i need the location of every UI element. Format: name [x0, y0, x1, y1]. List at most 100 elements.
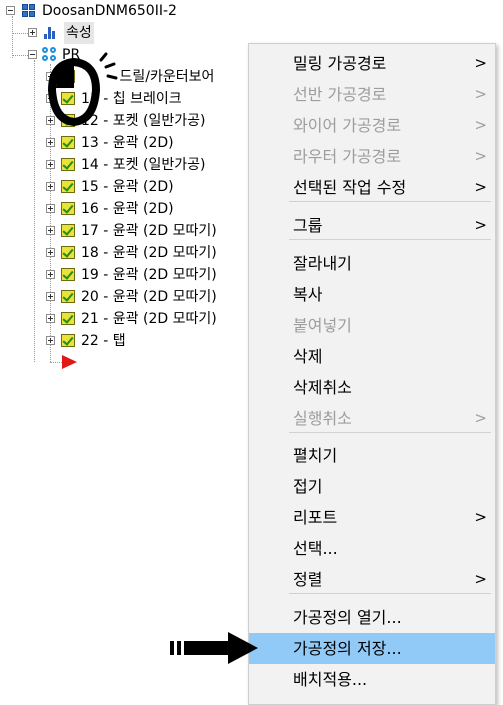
- tree-operation-row[interactable]: 22 - 탭: [0, 330, 260, 352]
- menu-item[interactable]: 가공정의 저장...: [249, 633, 495, 664]
- menu-item[interactable]: 선택된 작업 수정 >: [249, 172, 495, 203]
- menu-item[interactable]: 정렬 >: [249, 564, 495, 595]
- tree-operation-row[interactable]: 19 - 윤곽 (2D 모따기): [0, 264, 260, 286]
- tree-operation-row[interactable]: 21 - 윤곽 (2D 모따기): [0, 308, 260, 330]
- submenu-chevron-icon: >: [474, 85, 487, 103]
- tree-operation-label: 17 - 윤곽 (2D 모따기): [81, 223, 217, 239]
- insert-arrow-icon: [62, 355, 77, 369]
- context-menu: 밀링 가공경로 > 선반 가공경로 > 와이어 가공경로 > 라우터 가공경로 > 선택된 작업…: [248, 43, 496, 705]
- tree-properties-row[interactable]: 속성: [0, 22, 260, 44]
- tree-operation-row[interactable]: 13 - 윤곽 (2D): [0, 132, 260, 154]
- tree-operation-row[interactable]: 17 - 윤곽 (2D 모따기): [0, 220, 260, 242]
- expand-toggle[interactable]: [46, 182, 55, 191]
- menu-item[interactable]: 잘라내기: [249, 248, 495, 279]
- operation-check-icon[interactable]: [61, 334, 75, 347]
- operation-check-icon[interactable]: [61, 180, 75, 193]
- operation-check-icon[interactable]: [61, 158, 75, 171]
- submenu-chevron-icon: >: [474, 508, 487, 526]
- operation-check-icon[interactable]: [61, 312, 75, 325]
- machine-group-icon: [22, 4, 36, 18]
- menu-item-label: 밀링 가공경로: [293, 54, 387, 73]
- tree-operation-label: 20 - 윤곽 (2D 모따기): [81, 289, 217, 305]
- menu-item[interactable]: 접기: [249, 471, 495, 502]
- properties-icon: [44, 27, 58, 39]
- menu-item[interactable]: 펼치기: [249, 440, 495, 471]
- menu-item: 라우터 가공경로 >: [249, 141, 495, 172]
- operation-check-icon[interactable]: [61, 202, 75, 215]
- menu-item[interactable]: 그룹 >: [249, 210, 495, 241]
- expand-toggle[interactable]: [46, 226, 55, 235]
- operation-check-icon[interactable]: [61, 136, 75, 149]
- expand-toggle[interactable]: [28, 28, 37, 37]
- submenu-chevron-icon: >: [474, 54, 487, 72]
- tree-root-row[interactable]: DoosanDNM650II-2: [0, 0, 260, 22]
- menu-item-label: 펼치기: [293, 446, 338, 465]
- tree-operation-label: 19 - 윤곽 (2D 모따기): [81, 267, 217, 283]
- expand-toggle[interactable]: [46, 336, 55, 345]
- pointer-arrow-icon: [170, 632, 258, 664]
- menu-item-label: 실행취소: [293, 409, 352, 428]
- menu-item[interactable]: 삭제취소: [249, 372, 495, 403]
- tree-operation-label: 14 - 포켓 (일반가공): [81, 157, 206, 173]
- tree-operation-label: 15 - 윤곽 (2D): [81, 179, 174, 195]
- submenu-chevron-icon: >: [474, 116, 487, 134]
- menu-item-label: 와이어 가공경로: [293, 116, 402, 135]
- menu-item: 선반 가공경로 >: [249, 79, 495, 110]
- menu-item-label: 잘라내기: [293, 254, 352, 273]
- submenu-chevron-icon: >: [474, 409, 487, 427]
- tree-operation-row[interactable]: 14 - 포켓 (일반가공): [0, 154, 260, 176]
- menu-item[interactable]: 가공정의 열기...: [249, 602, 495, 633]
- submenu-chevron-icon: >: [474, 178, 487, 196]
- tree-operation-row[interactable]: 15 - 윤곽 (2D): [0, 176, 260, 198]
- menu-item-label: 그룹: [293, 216, 323, 235]
- submenu-chevron-icon: >: [474, 147, 487, 165]
- menu-item-label: 정렬: [293, 570, 323, 589]
- tree-properties-label: 속성: [64, 22, 94, 44]
- tree-operation-row[interactable]: 16 - 윤곽 (2D): [0, 198, 260, 220]
- menu-item-label: 선택...: [293, 539, 338, 558]
- menu-item-label: 선택된 작업 수정: [293, 178, 407, 197]
- menu-item-label: 가공정의 저장...: [293, 639, 402, 658]
- tree-operation-label: 16 - 윤곽 (2D): [81, 201, 174, 217]
- operation-check-icon[interactable]: [61, 268, 75, 281]
- operations-tree: DoosanDNM650II-2 속성 PR - 드릴/카운터보어 11 - 칩 …: [0, 0, 260, 703]
- tree-operation-label: 13 - 윤곽 (2D): [81, 135, 174, 151]
- tree-operation-label: 22 - 탭: [81, 333, 126, 349]
- menu-item[interactable]: 삭제: [249, 341, 495, 372]
- operation-check-icon[interactable]: [61, 246, 75, 259]
- expand-toggle[interactable]: [46, 138, 55, 147]
- menu-item[interactable]: 복사: [249, 279, 495, 310]
- expand-toggle[interactable]: [46, 204, 55, 213]
- menu-item-label: 선반 가공경로: [293, 85, 387, 104]
- expand-toggle[interactable]: [46, 292, 55, 301]
- expand-toggle[interactable]: [46, 248, 55, 257]
- menu-item[interactable]: 밀링 가공경로 >: [249, 48, 495, 79]
- menu-item: 붙여넣기: [249, 310, 495, 341]
- menu-item-label: 삭제취소: [293, 378, 352, 397]
- tree-operation-label: 18 - 윤곽 (2D 모따기): [81, 245, 217, 261]
- menu-item-label: 라우터 가공경로: [293, 147, 402, 166]
- collapse-toggle[interactable]: [6, 6, 15, 15]
- tree-operation-row[interactable]: 20 - 윤곽 (2D 모따기): [0, 286, 260, 308]
- menu-item: 실행취소 >: [249, 403, 495, 434]
- tree-operation-label: 21 - 윤곽 (2D 모따기): [81, 311, 217, 327]
- tree-root-label: DoosanDNM650II-2: [42, 3, 177, 19]
- operation-check-icon[interactable]: [61, 290, 75, 303]
- menu-item: 와이어 가공경로 >: [249, 110, 495, 141]
- expand-toggle[interactable]: [46, 270, 55, 279]
- menu-item-label: 삭제: [293, 347, 323, 366]
- submenu-chevron-icon: >: [474, 570, 487, 588]
- menu-item-label: 복사: [293, 285, 323, 304]
- tree-operation-row[interactable]: 18 - 윤곽 (2D 모따기): [0, 242, 260, 264]
- mouse-cursor-icon: [47, 52, 118, 127]
- menu-item[interactable]: 배치적용...: [249, 664, 495, 695]
- menu-item-label: 붙여넣기: [293, 316, 352, 335]
- expand-toggle[interactable]: [46, 160, 55, 169]
- menu-item[interactable]: 리포트 >: [249, 502, 495, 533]
- menu-item-label: 리포트: [293, 508, 338, 527]
- expand-toggle[interactable]: [46, 314, 55, 323]
- collapse-toggle[interactable]: [28, 50, 37, 59]
- submenu-chevron-icon: >: [474, 216, 487, 234]
- menu-item[interactable]: 선택...: [249, 533, 495, 564]
- operation-check-icon[interactable]: [61, 224, 75, 237]
